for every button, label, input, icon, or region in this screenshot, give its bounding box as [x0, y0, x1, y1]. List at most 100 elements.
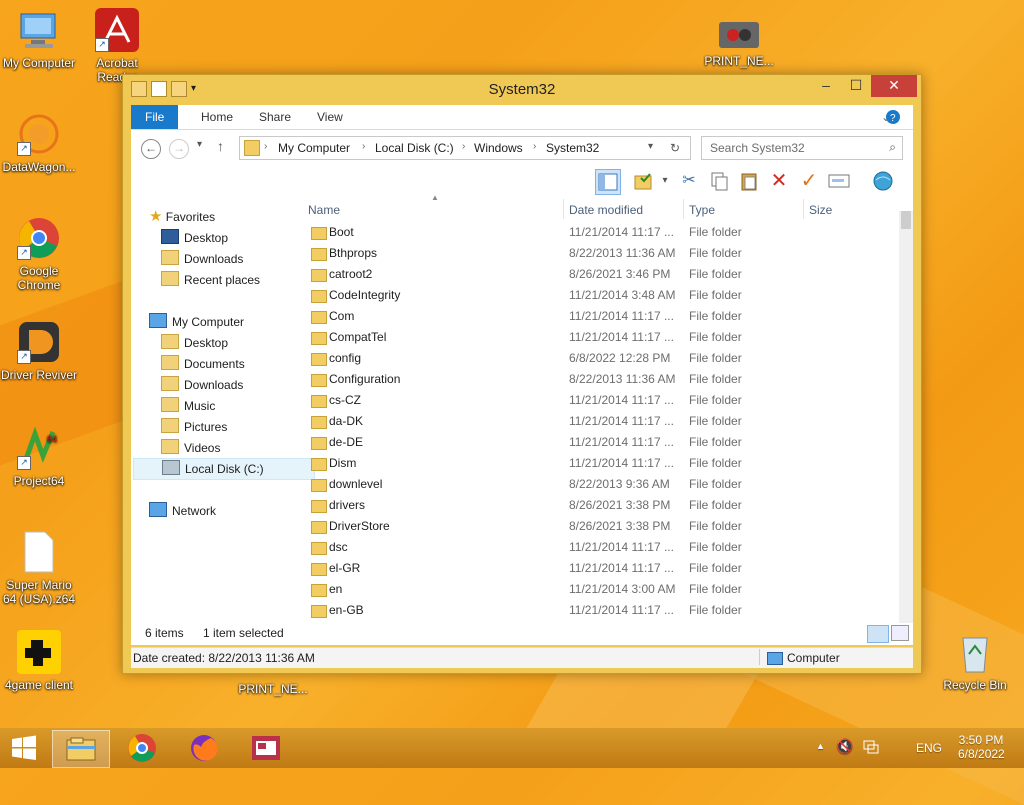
- close-button[interactable]: ✕: [871, 75, 917, 97]
- file-row[interactable]: cs-CZ 11/21/2014 11:17 ... File folder: [307, 390, 899, 411]
- file-name: Dism: [329, 456, 357, 470]
- taskbar-file-explorer[interactable]: [52, 730, 110, 768]
- nav-item-local-disk[interactable]: Local Disk (C:): [133, 458, 315, 480]
- desktop-icon-project64[interactable]: 64 ↗ Project64: [0, 426, 78, 488]
- address-input[interactable]: › My Computer › Local Disk (C:) › Window…: [239, 136, 691, 160]
- navigation-pane-icon[interactable]: [595, 169, 621, 195]
- column-header-type[interactable]: Type: [689, 203, 715, 217]
- chevron-down-icon[interactable]: ▾: [648, 141, 653, 152]
- nav-my-computer[interactable]: My Computer: [149, 312, 244, 332]
- file-row[interactable]: catroot2 8/26/2021 3:46 PM File folder: [307, 264, 899, 285]
- up-button[interactable]: ↑: [217, 138, 224, 154]
- driver-reviver-icon: ↗: [17, 320, 61, 364]
- folder-options-icon[interactable]: [631, 169, 655, 193]
- desktop-icon-print-ne[interactable]: PRINT_NE...: [700, 20, 778, 68]
- tab-home[interactable]: Home: [187, 105, 247, 129]
- file-row[interactable]: config 6/8/2022 12:28 PM File folder: [307, 348, 899, 369]
- tab-view[interactable]: View: [303, 105, 357, 129]
- nav-item-downloads[interactable]: Downloads: [161, 249, 243, 269]
- file-row[interactable]: downlevel 8/22/2013 9:36 AM File folder: [307, 474, 899, 495]
- file-row[interactable]: CompatTel 11/21/2014 11:17 ... File folder: [307, 327, 899, 348]
- nav-item-documents[interactable]: Documents: [161, 354, 245, 374]
- chevron-down-icon[interactable]: ▾: [653, 169, 677, 193]
- breadcrumb-local-disk[interactable]: Local Disk (C:): [375, 141, 454, 155]
- nav-item-desktop[interactable]: Desktop: [161, 228, 228, 248]
- file-row[interactable]: Boot 11/21/2014 11:17 ... File folder: [307, 222, 899, 243]
- nav-item-videos[interactable]: Videos: [161, 438, 220, 458]
- start-button[interactable]: [0, 730, 48, 766]
- show-hidden-icons-icon[interactable]: ▲: [816, 741, 825, 751]
- title-bar[interactable]: ▾ System32 – ☐ ✕: [123, 75, 921, 105]
- details-view-icon[interactable]: [867, 625, 889, 643]
- nav-item-pictures[interactable]: Pictures: [161, 417, 227, 437]
- globe-icon[interactable]: [871, 169, 895, 193]
- nav-item-recent-places[interactable]: Recent places: [161, 270, 260, 290]
- help-icon[interactable]: ?: [885, 105, 903, 129]
- column-header-size[interactable]: Size: [809, 203, 832, 217]
- back-button[interactable]: ←: [141, 139, 161, 159]
- nav-item-music[interactable]: Music: [161, 396, 215, 416]
- taskbar-firefox[interactable]: [180, 730, 228, 766]
- file-row[interactable]: da-DK 11/21/2014 11:17 ... File folder: [307, 411, 899, 432]
- volume-muted-icon[interactable]: 🔇: [836, 738, 853, 755]
- svg-text:?: ?: [890, 113, 896, 124]
- network-tray-icon[interactable]: [862, 738, 880, 759]
- file-row[interactable]: Bthprops 8/22/2013 11:36 AM File folder: [307, 243, 899, 264]
- forward-button[interactable]: →: [169, 139, 189, 159]
- desktop-icon-4game[interactable]: 4game client: [0, 630, 78, 692]
- desktop-icon-datawagon[interactable]: ↗ DataWagon...: [0, 112, 78, 174]
- nav-network[interactable]: Network: [149, 501, 216, 521]
- breadcrumb-system32[interactable]: System32: [546, 141, 599, 155]
- desktop-icon-driver-reviver[interactable]: ↗ Driver Reviver: [0, 320, 78, 382]
- large-icons-view-icon[interactable]: [891, 625, 909, 641]
- language-indicator[interactable]: ENG: [916, 741, 942, 755]
- copy-icon[interactable]: [707, 169, 731, 193]
- breadcrumb-my-computer[interactable]: My Computer: [278, 141, 350, 155]
- maximize-button[interactable]: ☐: [841, 75, 871, 97]
- breadcrumb-windows[interactable]: Windows: [474, 141, 523, 155]
- nav-item-desktop-2[interactable]: Desktop: [161, 333, 228, 353]
- desktop-icon-print-ne-2[interactable]: PRINT_NE...: [234, 682, 312, 696]
- rename-icon[interactable]: [827, 169, 851, 193]
- refresh-icon[interactable]: ↻: [670, 141, 680, 155]
- file-type: File folder: [689, 288, 742, 302]
- paste-icon[interactable]: [737, 169, 761, 193]
- file-row[interactable]: DriverStore 8/26/2021 3:38 PM File folder: [307, 516, 899, 537]
- nav-item-downloads-2[interactable]: Downloads: [161, 375, 243, 395]
- desktop-icon-super-mario[interactable]: Super Mario 64 (USA).z64: [0, 530, 78, 606]
- vertical-scrollbar[interactable]: ▾: [899, 211, 913, 632]
- file-row[interactable]: en-GB 11/21/2014 11:17 ... File folder: [307, 600, 899, 621]
- taskbar-news-app[interactable]: [242, 730, 290, 766]
- folder-icon: [244, 140, 260, 156]
- checkmark-icon[interactable]: ✓: [797, 169, 821, 193]
- tab-share[interactable]: Share: [245, 105, 305, 129]
- scrollbar-thumb[interactable]: [901, 211, 911, 229]
- file-row[interactable]: CodeIntegrity 11/21/2014 3:48 AM File fold…: [307, 285, 899, 306]
- desktop-icon-recycle-bin[interactable]: Recycle Bin: [936, 630, 1014, 692]
- search-icon[interactable]: ⌕: [889, 140, 896, 155]
- taskbar-chrome[interactable]: [118, 730, 166, 766]
- file-row[interactable]: drivers 8/26/2021 3:38 PM File folder: [307, 495, 899, 516]
- delete-icon[interactable]: ✕: [767, 169, 791, 193]
- file-row[interactable]: en 11/21/2014 3:00 AM File folder: [307, 579, 899, 600]
- file-row[interactable]: Com 11/21/2014 11:17 ... File folder: [307, 306, 899, 327]
- file-row[interactable]: dsc 11/21/2014 11:17 ... File folder: [307, 537, 899, 558]
- tab-file[interactable]: File: [131, 105, 179, 129]
- file-row[interactable]: de-DE 11/21/2014 11:17 ... File folder: [307, 432, 899, 453]
- desktop-icon-acrobat[interactable]: ↗ Acrobat Reader: [78, 8, 156, 84]
- column-header-name[interactable]: Name: [308, 203, 340, 217]
- project64-icon: 64 ↗: [17, 426, 61, 470]
- minimize-button[interactable]: –: [811, 75, 841, 97]
- file-row[interactable]: Configuration 8/22/2013 11:36 AM File fold…: [307, 369, 899, 390]
- desktop-icon-chrome[interactable]: ↗ Google Chrome: [0, 216, 78, 292]
- file-row[interactable]: Dism 11/21/2014 11:17 ... File folder: [307, 453, 899, 474]
- column-header-date[interactable]: Date modified: [569, 203, 643, 217]
- desktop-icon-my-computer[interactable]: My Computer: [0, 8, 78, 70]
- file-type: File folder: [689, 477, 742, 491]
- file-row[interactable]: el-GR 11/21/2014 11:17 ... File folder: [307, 558, 899, 579]
- clock[interactable]: 3:50 PM 6/8/2022: [958, 733, 1005, 761]
- search-input[interactable]: Search System32 ⌕: [701, 136, 903, 160]
- cut-icon[interactable]: ✂: [677, 169, 701, 193]
- nav-favorites[interactable]: ★ Favorites: [149, 207, 215, 227]
- recent-locations-icon[interactable]: ▾: [197, 139, 202, 150]
